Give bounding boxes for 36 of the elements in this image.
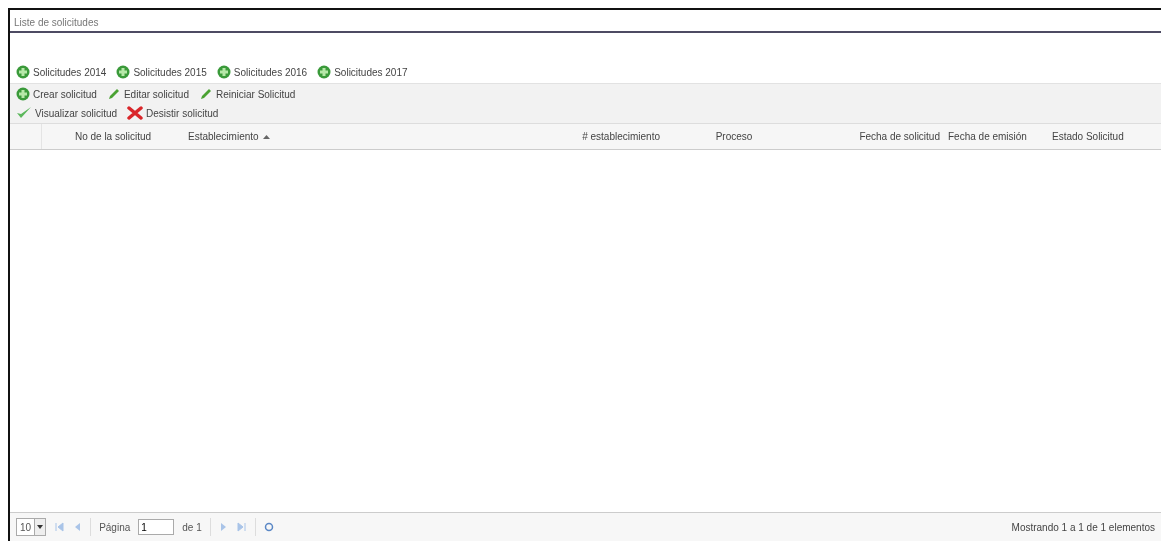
toolbar-button[interactable]: Editar solicitud bbox=[106, 87, 189, 101]
year-button[interactable]: Solicitudes 2015 bbox=[116, 65, 207, 79]
refresh-icon[interactable] bbox=[263, 522, 274, 532]
year-button[interactable]: Solicitudes 2016 bbox=[216, 65, 308, 79]
toolbar-button[interactable]: Desistir solicitud bbox=[127, 106, 219, 120]
page-count: de 1 bbox=[182, 521, 202, 533]
year-button[interactable]: Solicitudes 2017 bbox=[317, 65, 408, 79]
year-button[interactable]: Solicitudes 2014 bbox=[16, 65, 107, 79]
pager-summary: Mostrando 1 a 1 de 1 elementos bbox=[1011, 521, 1155, 533]
panel-title: Liste de solicitudes bbox=[10, 10, 1161, 33]
first-page-icon[interactable] bbox=[54, 522, 65, 532]
toolbar-button[interactable]: Visualizar solicitud bbox=[16, 106, 118, 120]
plus-icon bbox=[16, 87, 30, 101]
pencil-icon bbox=[198, 87, 213, 101]
column-header[interactable]: Proceso bbox=[664, 124, 804, 149]
pencil-icon bbox=[106, 87, 121, 101]
last-page-icon[interactable] bbox=[236, 522, 247, 532]
dropdown-arrow-icon bbox=[37, 525, 44, 529]
page-input[interactable]: 1 bbox=[138, 519, 175, 535]
column-header[interactable]: Estado Solicitud bbox=[1048, 124, 1154, 149]
column-header[interactable]: Fecha de solicitud bbox=[804, 124, 944, 149]
plus-icon bbox=[16, 65, 30, 79]
page-size-select[interactable]: 10 bbox=[16, 518, 47, 536]
column-header[interactable]: Establecimiento bbox=[184, 124, 534, 149]
column-header[interactable]: No de la solicitud bbox=[42, 124, 184, 149]
column-header[interactable]: Fecha de emisión bbox=[944, 124, 1048, 149]
sort-ascending-icon bbox=[262, 134, 270, 139]
plus-icon bbox=[317, 65, 332, 79]
toolbar-button[interactable]: Reiniciar Solicitud bbox=[198, 87, 296, 101]
page-label: Página bbox=[99, 521, 131, 533]
cross-icon bbox=[127, 106, 144, 120]
check-icon bbox=[16, 106, 32, 120]
column-header[interactable]: # establecimiento bbox=[534, 124, 664, 149]
plus-icon bbox=[216, 65, 231, 79]
toolbar-button[interactable]: Crear solicitud bbox=[16, 87, 97, 101]
plus-icon bbox=[116, 65, 131, 79]
